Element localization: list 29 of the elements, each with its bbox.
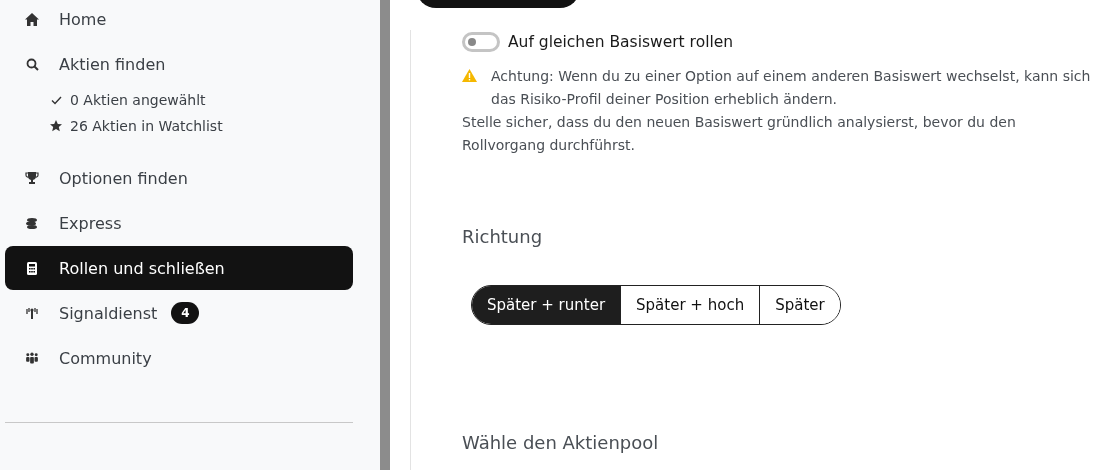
check-icon — [49, 95, 63, 105]
direction-option[interactable]: Später + runter — [472, 286, 621, 324]
calculator-icon — [25, 261, 39, 275]
people-icon — [25, 352, 39, 364]
sidebar-item[interactable]: Signaldienst 4 — [5, 291, 353, 335]
sidebar-item[interactable]: Aktien finden — [5, 42, 353, 86]
toggle-switch[interactable] — [462, 32, 500, 52]
sidebar-item[interactable]: Rollen und schließen — [5, 246, 353, 290]
count-badge: 4 — [171, 302, 200, 324]
direction-option[interactable]: Später — [759, 286, 840, 324]
sidebar-item[interactable]: Optionen finden — [5, 156, 353, 200]
search-icon — [25, 57, 39, 71]
warning-text: Stelle sicher, dass du den neuen Basiswert gründlich analysierst, bevor du den Rollvorgang durchführst. — [462, 113, 1017, 155]
sidebar-item[interactable]: Express — [5, 201, 353, 245]
coins-icon — [25, 216, 39, 230]
toggle-label: Auf gleichen Basiswert rollen — [508, 33, 734, 51]
warning-icon — [462, 69, 477, 82]
antenna-icon — [25, 307, 39, 319]
section-heading: Wähle den Aktienpool — [462, 432, 660, 454]
star-icon — [49, 120, 63, 132]
sidebar-subitem[interactable]: 26 Aktien in Watchlist — [0, 113, 380, 139]
home-icon — [25, 12, 39, 26]
sidebar-item[interactable]: Home — [5, 0, 353, 41]
scrollbar[interactable] — [380, 0, 390, 470]
trophy-icon — [25, 171, 39, 185]
sidebar-subitem[interactable]: 0 Aktien angewählt — [0, 87, 380, 113]
section-heading: Richtung — [462, 226, 544, 248]
warning-text: Achtung: Wenn du zu einer Option auf einem anderen Basiswert wechselst, kann sich das Risiko-Profil deiner Position erheblich ändern. — [491, 67, 1092, 109]
sidebar-item[interactable]: Community — [5, 336, 353, 380]
